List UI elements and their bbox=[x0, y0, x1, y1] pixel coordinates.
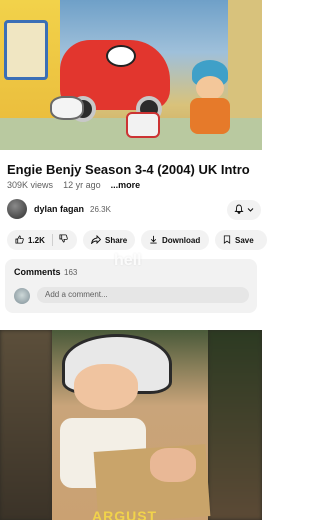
download-button[interactable]: Download bbox=[141, 230, 209, 250]
save-button[interactable]: Save bbox=[215, 230, 267, 250]
subscriber-count: 26.3K bbox=[90, 205, 111, 214]
download-icon bbox=[149, 235, 158, 246]
video-title[interactable]: Engie Benjy Season 3-4 (2004) UK Intro bbox=[7, 162, 257, 178]
scene-character-body bbox=[190, 98, 230, 134]
chevron-down-icon bbox=[247, 205, 254, 215]
next-short-video[interactable]: ARGUST bbox=[0, 330, 262, 520]
like-dislike-pill[interactable]: 1.2K bbox=[7, 230, 77, 250]
more-link[interactable]: ...more bbox=[111, 180, 141, 190]
like-count: 1.2K bbox=[28, 235, 45, 245]
scene-dog bbox=[50, 96, 84, 120]
user-avatar bbox=[14, 288, 30, 304]
scene-character-face bbox=[196, 76, 224, 100]
share-label: Share bbox=[105, 235, 128, 245]
scene-robot bbox=[126, 112, 160, 138]
channel-row: dylan fagan 26.3K bbox=[7, 198, 261, 222]
channel-name[interactable]: dylan fagan bbox=[34, 204, 84, 214]
comments-count: 163 bbox=[64, 268, 78, 277]
scene-vehicle-eye bbox=[106, 45, 136, 67]
thumbs-up-icon[interactable] bbox=[15, 234, 24, 246]
video-player[interactable] bbox=[0, 0, 262, 150]
comments-title: Comments bbox=[14, 267, 61, 277]
share-button[interactable]: Share bbox=[83, 230, 135, 250]
short-box-text: ARGUST bbox=[92, 508, 158, 520]
pill-divider bbox=[52, 234, 53, 246]
short-blur-left bbox=[0, 330, 52, 520]
short-child-face bbox=[74, 364, 138, 410]
save-label: Save bbox=[235, 235, 254, 245]
thumbs-down-icon[interactable] bbox=[59, 234, 68, 245]
view-count: 309K views bbox=[7, 180, 54, 190]
channel-avatar[interactable] bbox=[7, 199, 27, 219]
action-bar: 1.2K Share Download Save bbox=[7, 230, 267, 250]
short-hand bbox=[150, 448, 196, 482]
bookmark-icon bbox=[223, 234, 231, 246]
watermark-text: hell bbox=[114, 252, 142, 269]
upload-age: 12 yr ago bbox=[63, 180, 101, 190]
video-meta[interactable]: 309K views 12 yr ago ...more bbox=[7, 180, 140, 190]
comment-input[interactable]: Add a comment... bbox=[37, 287, 249, 303]
scene-shelf bbox=[4, 20, 48, 80]
share-icon bbox=[90, 234, 102, 246]
download-label: Download bbox=[162, 235, 201, 245]
bell-icon bbox=[234, 204, 244, 216]
short-blur-right bbox=[208, 330, 262, 520]
notification-button[interactable] bbox=[227, 200, 261, 220]
